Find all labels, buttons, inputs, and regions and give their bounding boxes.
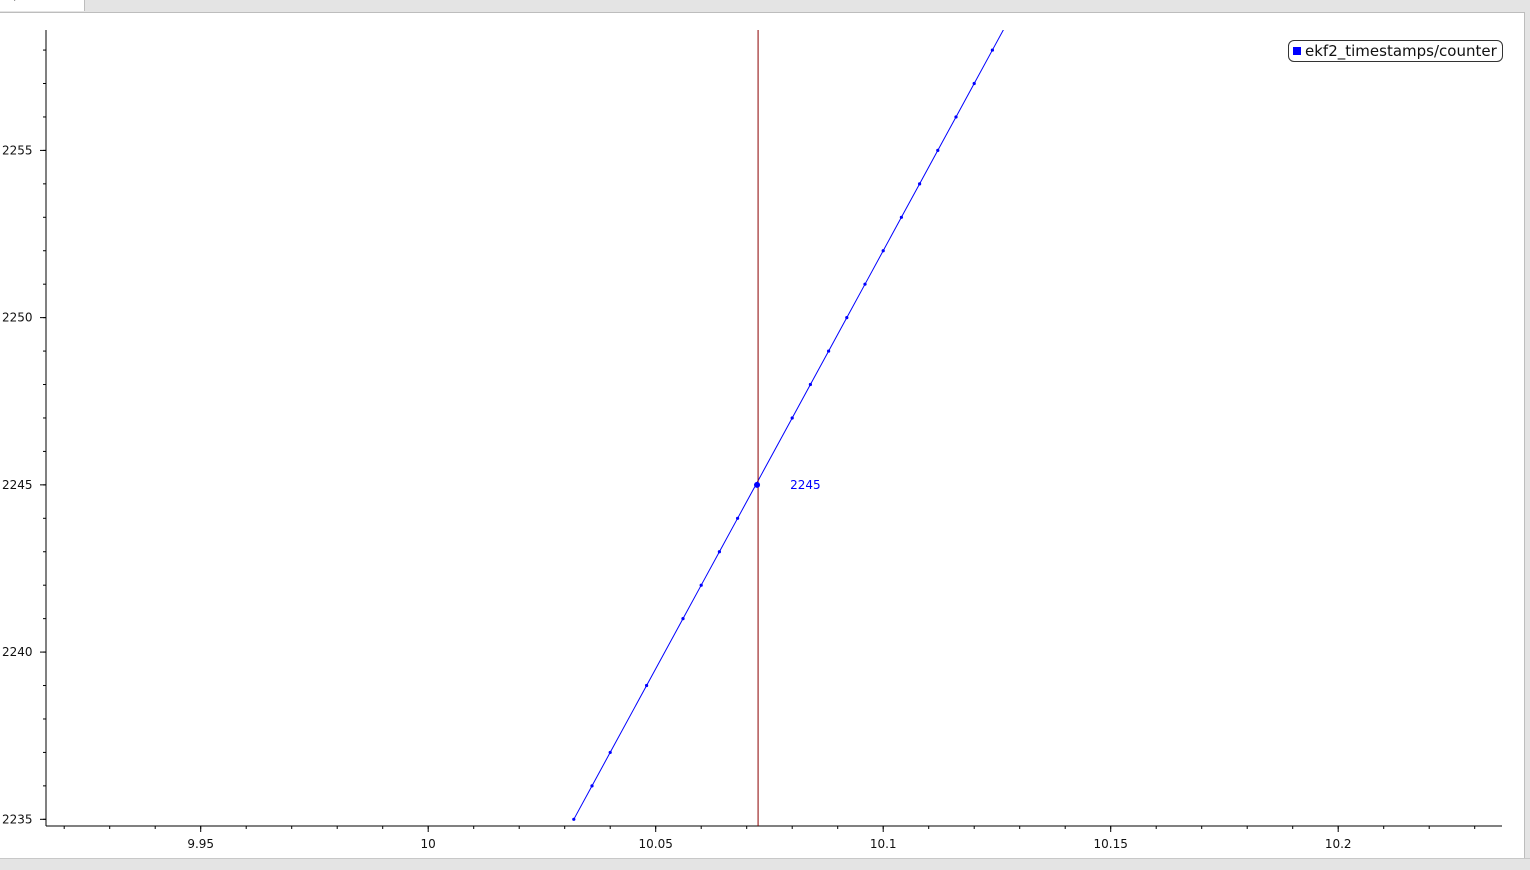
data-point [717,550,722,554]
data-point [681,617,685,621]
data-point [608,750,612,755]
plot-canvas[interactable]: 9.95 10 10.05 10.1 10.15 10.2 2235 2240 2245 2250… [0,0,1530,870]
data-point [699,583,703,587]
y-tick-label: 2255 [2,143,33,157]
x-tick-label: 10.1 [870,837,897,851]
plot-window: plot × 9.951010.0510.110.1510.2223522402… [0,0,1530,870]
y-tick-label: 2250 [2,311,33,325]
tracker-marker [754,481,761,488]
data-point [590,784,594,788]
data-point [790,416,794,420]
series-group [572,30,1004,821]
bottom-scrollbar[interactable] [0,858,1530,870]
y-tick-label: 2235 [2,812,33,826]
data-point [881,249,885,253]
data-point [845,316,849,320]
data-point [972,81,976,86]
x-tick-label: 9.95 [187,837,214,851]
data-point [899,215,904,219]
tracker-value-label: 2245 [790,478,821,492]
x-tick-label: 10.15 [1094,837,1128,851]
data-point [863,282,867,286]
data-point [572,817,576,821]
data-point [954,115,958,119]
window-frame-right [1524,12,1530,858]
x-tick-label: 10 [421,837,436,851]
x-tick-label: 10.05 [639,837,673,851]
data-point [645,683,649,688]
legend[interactable]: ekf2_timestamps/counter [1288,40,1503,62]
data-point [808,382,813,387]
legend-label: ekf2_timestamps/counter [1305,42,1497,60]
data-point [990,48,995,52]
x-tick-label: 10.2 [1325,837,1352,851]
y-tick-label: 2245 [2,478,33,492]
legend-swatch [1293,47,1301,55]
y-tick-label: 2240 [2,645,33,659]
data-point [827,349,831,353]
data-point [936,148,940,153]
data-point [918,182,922,186]
data-point [736,516,740,520]
